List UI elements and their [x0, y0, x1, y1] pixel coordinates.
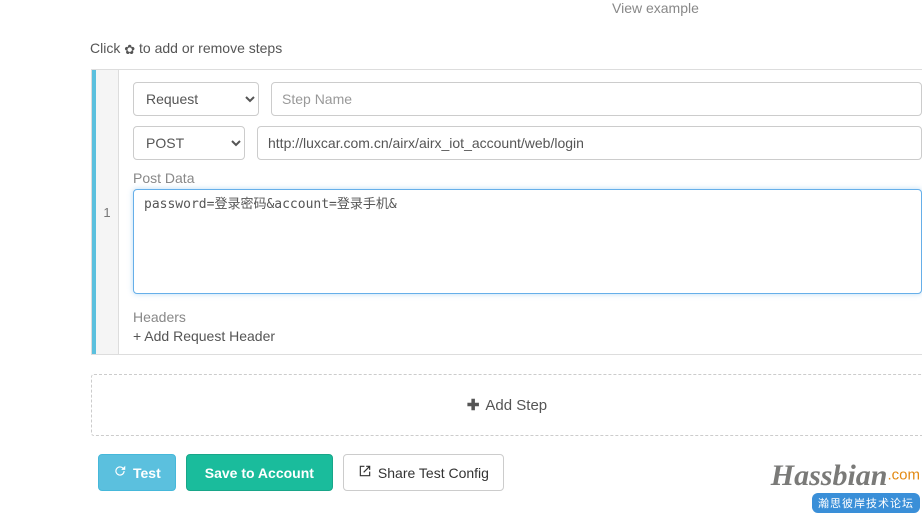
instructions-pre: Click: [90, 40, 124, 56]
step-body: Request POST Post Data password=登录密码&acc…: [119, 70, 922, 354]
add-step-button[interactable]: ✚ Add Step: [91, 374, 922, 436]
share-button[interactable]: Share Test Config: [343, 454, 504, 491]
share-button-label: Share Test Config: [378, 465, 489, 481]
gear-icon: ✿: [124, 42, 135, 57]
url-input[interactable]: [257, 126, 922, 160]
watermark-main: Hassbian: [771, 459, 888, 492]
watermark: Hassbian.com 瀚思彼岸技术论坛: [771, 461, 920, 513]
watermark-sub: 瀚思彼岸技术论坛: [812, 493, 920, 513]
share-icon: [358, 464, 372, 481]
plus-icon: ✚: [467, 396, 480, 414]
step-type-select[interactable]: Request: [133, 82, 259, 116]
add-request-header-link[interactable]: + Add Request Header: [133, 328, 922, 344]
watermark-tld: .com: [887, 466, 920, 483]
save-button-label: Save to Account: [205, 465, 314, 481]
refresh-icon: [113, 464, 127, 481]
test-button[interactable]: Test: [98, 454, 176, 491]
view-example-link[interactable]: View example: [612, 0, 699, 16]
http-method-select[interactable]: POST: [133, 126, 245, 160]
headers-label: Headers: [133, 309, 922, 325]
save-button[interactable]: Save to Account: [186, 454, 333, 491]
action-buttons: Test Save to Account Share Test Config: [98, 454, 504, 491]
post-data-label: Post Data: [133, 170, 922, 186]
step-card: 1 Request POST Post Data password=登录密码&a…: [91, 69, 922, 355]
test-button-label: Test: [133, 465, 161, 481]
add-step-label: Add Step: [485, 397, 547, 414]
instructions-post: to add or remove steps: [135, 40, 282, 56]
step-number: 1: [92, 70, 119, 354]
post-data-textarea[interactable]: password=登录密码&account=登录手机&: [133, 189, 922, 294]
step-name-input[interactable]: [271, 82, 922, 116]
instructions-text: Click ✿ to add or remove steps: [90, 40, 282, 58]
